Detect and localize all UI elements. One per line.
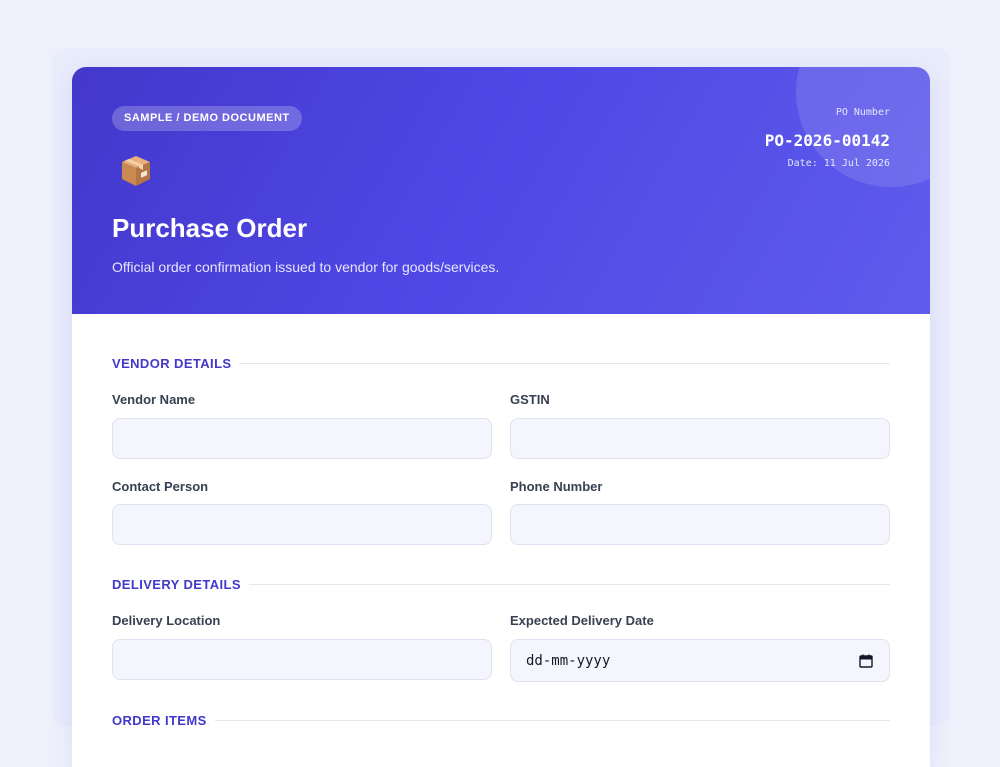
delivery-location-input[interactable] bbox=[112, 639, 492, 680]
gstin-label: GSTIN bbox=[510, 392, 550, 407]
package-icon bbox=[122, 156, 150, 186]
contact-person-label: Contact Person bbox=[112, 479, 209, 494]
vendor-section-title: VENDOR DETAILS bbox=[112, 355, 232, 371]
calendar-icon[interactable] bbox=[859, 654, 873, 668]
gstin-input[interactable] bbox=[510, 418, 890, 459]
date-placeholder: dd-mm-yyyy bbox=[526, 652, 611, 669]
delivery-date-label: Expected Delivery Date bbox=[510, 613, 654, 628]
po-number-label: PO Number bbox=[835, 107, 890, 118]
phone-number-input[interactable] bbox=[510, 504, 890, 545]
purchase-order-card: SAMPLE / DEMO DOCUMENT Purchase Order Of… bbox=[72, 67, 930, 767]
order-items-section-heading: ORDER ITEMS bbox=[112, 712, 890, 728]
delivery-date-input[interactable]: dd-mm-yyyy bbox=[510, 639, 890, 682]
order-items-section-title: ORDER ITEMS bbox=[112, 712, 207, 728]
section-divider bbox=[248, 583, 890, 585]
section-divider bbox=[214, 719, 890, 721]
page-title: Purchase Order bbox=[112, 213, 308, 243]
demo-badge: SAMPLE / DEMO DOCUMENT bbox=[112, 106, 302, 131]
section-divider bbox=[239, 362, 890, 364]
contact-person-input[interactable] bbox=[112, 504, 492, 545]
po-date: Date: 11 Jul 2026 bbox=[787, 158, 890, 169]
phone-number-label: Phone Number bbox=[510, 479, 603, 494]
vendor-name-input[interactable] bbox=[112, 418, 492, 459]
delivery-section-heading: DELIVERY DETAILS bbox=[112, 576, 890, 592]
vendor-section-heading: VENDOR DETAILS bbox=[112, 355, 890, 371]
po-number-value: PO-2026-00142 bbox=[764, 131, 890, 150]
vendor-name-label: Vendor Name bbox=[112, 392, 196, 407]
delivery-section-title: DELIVERY DETAILS bbox=[112, 576, 241, 592]
card-header: SAMPLE / DEMO DOCUMENT Purchase Order Of… bbox=[72, 67, 930, 314]
delivery-location-label: Delivery Location bbox=[112, 613, 221, 628]
po-info: PO Number PO-2026-00142 Date: 11 Jul 202… bbox=[765, 107, 890, 169]
page-subtitle: Official order confirmation issued to ve… bbox=[112, 259, 500, 275]
